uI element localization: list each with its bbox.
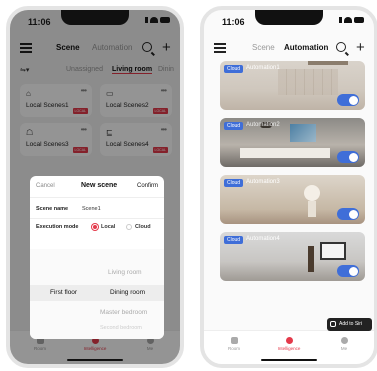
wifi-icon xyxy=(150,17,158,23)
status-bar: 11:06 xyxy=(204,10,374,32)
dialog-header: Cancel New scene Confirm xyxy=(30,176,164,196)
background-photo xyxy=(240,148,330,158)
automation-name: Automation1 xyxy=(246,65,280,71)
picker-room-option[interactable]: Second bedroom xyxy=(100,325,142,331)
me-icon xyxy=(340,337,348,344)
cloud-option-label: Cloud xyxy=(135,224,151,230)
background-photo xyxy=(290,124,316,142)
add-to-siri-label: Add to Siri xyxy=(339,321,363,327)
siri-icon xyxy=(330,321,336,327)
scene-name-input[interactable]: Scene1 xyxy=(82,206,101,212)
bottom-nav: Room Intelligence Me xyxy=(204,330,374,364)
battery-icon xyxy=(160,17,170,23)
divider xyxy=(30,197,164,198)
room-picker[interactable]: First floor Living room Dining room Mast… xyxy=(30,249,164,339)
battery-icon xyxy=(354,17,364,23)
status-time: 11:06 xyxy=(28,17,51,27)
notch xyxy=(255,10,323,25)
tab-scene[interactable]: Scene xyxy=(252,43,275,52)
automation-name: Automation2 xyxy=(246,122,280,128)
divider xyxy=(30,218,164,219)
dialog-title: New scene xyxy=(81,182,118,189)
local-option-label: Local xyxy=(101,224,116,230)
cloud-badge: Cloud xyxy=(224,179,244,187)
automation-toggle[interactable] xyxy=(337,151,359,163)
home-indicator xyxy=(261,359,317,361)
status-icons xyxy=(339,17,364,23)
background-photo xyxy=(308,246,314,272)
background-photo xyxy=(278,69,338,95)
room-icon xyxy=(230,337,238,344)
notch xyxy=(61,10,129,25)
nav-intelligence[interactable]: Intelligence xyxy=(269,337,309,351)
add-icon[interactable]: + xyxy=(356,40,365,55)
phone-scene-screen: 11:06 Scene Automation + ⇋▾ Unassigned L… xyxy=(6,6,184,368)
cloud-badge: Cloud xyxy=(224,122,244,130)
picker-room-selected[interactable]: Dining room xyxy=(110,289,145,296)
automation-card[interactable]: Cloud Automation1 xyxy=(220,61,365,110)
automation-toggle[interactable] xyxy=(337,94,359,106)
status-bar: 11:06 xyxy=(10,10,180,32)
picker-floor-selected[interactable]: First floor xyxy=(50,289,77,296)
background-photo xyxy=(308,201,316,217)
automation-name: Automation3 xyxy=(246,179,280,185)
scene-name-label: Scene name xyxy=(36,206,69,212)
nav-intelligence-label: Intelligence xyxy=(277,346,301,351)
edit-icon[interactable] xyxy=(214,43,226,53)
intelligence-icon xyxy=(285,337,293,344)
add-to-siri-button[interactable]: Add to Siri xyxy=(327,318,372,331)
background-photo xyxy=(304,185,320,201)
top-bar: Scene Automation + xyxy=(204,38,374,60)
background-photo xyxy=(308,61,348,65)
automation-toggle[interactable] xyxy=(337,208,359,220)
automation-name: Automation4 xyxy=(246,236,280,242)
automation-card[interactable]: Cloud Automation4 xyxy=(220,232,365,281)
search-icon[interactable] xyxy=(336,42,346,52)
execution-mode-label: Execution mode xyxy=(36,224,79,230)
signal-icon xyxy=(145,17,148,23)
wifi-icon xyxy=(344,17,352,23)
cloud-badge: Cloud xyxy=(224,65,244,73)
new-scene-dialog: Cancel New scene Confirm Scene name Scen… xyxy=(30,176,164,339)
automation-card[interactable]: Cloud Automation2 xyxy=(220,118,365,167)
background-photo xyxy=(320,242,346,260)
nav-room[interactable]: Room xyxy=(214,337,254,351)
picker-room-option[interactable]: Living room xyxy=(108,269,142,276)
cloud-badge: Cloud xyxy=(224,236,244,244)
confirm-button[interactable]: Confirm xyxy=(137,183,158,189)
picker-room-option[interactable]: Master bedroom xyxy=(100,309,147,316)
home-indicator xyxy=(67,359,123,361)
nav-me-label: Me xyxy=(340,346,348,351)
phone-automation-screen: 11:06 Scene Automation + Cloud Automatio… xyxy=(200,6,377,368)
tab-automation[interactable]: Automation xyxy=(284,43,328,52)
cancel-button[interactable]: Cancel xyxy=(36,183,55,189)
automation-toggle[interactable] xyxy=(337,265,359,277)
status-time: 11:06 xyxy=(222,17,245,27)
signal-icon xyxy=(339,17,342,23)
status-icons xyxy=(145,17,170,23)
cloud-radio[interactable] xyxy=(126,224,132,230)
local-radio[interactable] xyxy=(92,224,98,230)
nav-room-label: Room xyxy=(227,346,240,351)
nav-me[interactable]: Me xyxy=(324,337,364,351)
automation-card[interactable]: Cloud Automation3 xyxy=(220,175,365,224)
